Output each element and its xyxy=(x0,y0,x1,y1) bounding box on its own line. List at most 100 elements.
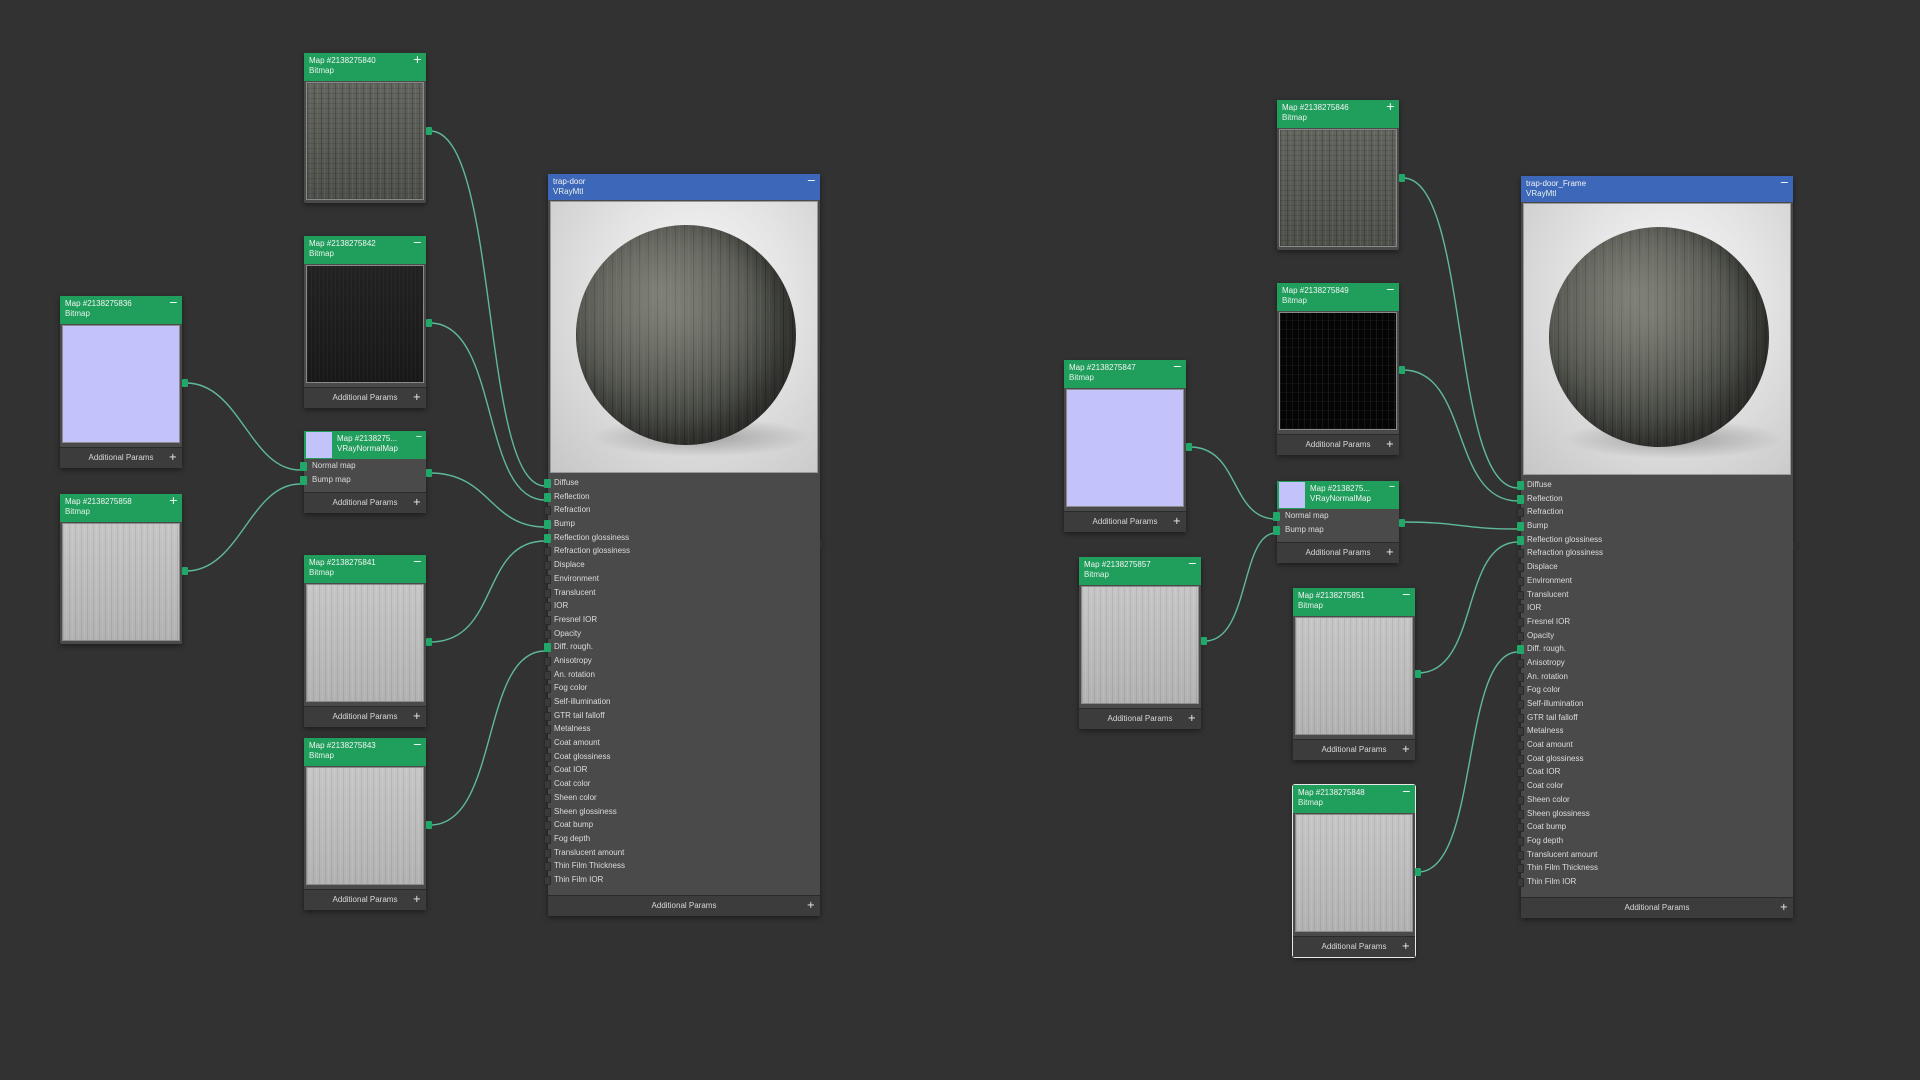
node-header[interactable]: Map #2138275848 Bitmap − xyxy=(1293,785,1415,813)
expand-plus-icon[interactable]: + xyxy=(413,707,421,727)
slot-displace[interactable]: Displace xyxy=(1517,560,1793,574)
slot-ior[interactable]: IOR xyxy=(544,599,820,613)
additional-params-bar[interactable]: Additional Params + xyxy=(1277,434,1399,455)
collapse-icon[interactable]: − xyxy=(807,175,816,187)
expand-plus-icon[interactable]: + xyxy=(413,890,421,910)
input-port[interactable] xyxy=(544,561,551,571)
slot-environment[interactable]: Environment xyxy=(544,572,820,586)
normal-map-slot[interactable]: Normal map xyxy=(1273,509,1399,523)
collapse-icon[interactable]: − xyxy=(413,739,422,751)
bitmap-node-5857[interactable]: Map #2138275857 Bitmap − Additional Para… xyxy=(1079,557,1207,729)
slot-refraction-glossiness[interactable]: Refraction glossiness xyxy=(1517,546,1793,560)
output-port[interactable] xyxy=(1399,174,1405,182)
output-port[interactable] xyxy=(1186,443,1192,451)
slot-coat-ior[interactable]: Coat IOR xyxy=(544,763,820,777)
slot-refraction[interactable]: Refraction xyxy=(544,503,820,517)
input-port[interactable] xyxy=(1273,512,1280,521)
slot-coat-bump[interactable]: Coat bump xyxy=(544,818,820,832)
output-port[interactable] xyxy=(182,567,188,575)
expand-plus-icon[interactable]: + xyxy=(413,388,421,408)
input-port[interactable] xyxy=(544,643,551,653)
node-header[interactable]: Map #2138275843 Bitmap − xyxy=(304,738,426,766)
node-header[interactable]: Map #2138275858 Bitmap + xyxy=(60,494,182,522)
slot-refraction-glossiness[interactable]: Refraction glossiness xyxy=(544,544,820,558)
expand-plus-icon[interactable]: + xyxy=(1173,512,1181,532)
expand-plus-icon[interactable]: + xyxy=(807,896,815,916)
bitmap-node-5858[interactable]: Map #2138275858 Bitmap + xyxy=(60,494,188,644)
slot-an-rotation[interactable]: An. rotation xyxy=(544,668,820,682)
expand-plus-icon[interactable]: + xyxy=(1386,543,1394,563)
input-port[interactable] xyxy=(544,793,551,803)
additional-params-bar[interactable]: Additional Params + xyxy=(1079,708,1201,729)
input-port[interactable] xyxy=(1517,795,1524,805)
material-output-port[interactable] xyxy=(1793,542,1799,550)
additional-params-bar[interactable]: Additional Params + xyxy=(1293,936,1415,957)
input-port[interactable] xyxy=(544,588,551,598)
bitmap-node-5840[interactable]: Map #2138275840 Bitmap + xyxy=(304,53,432,203)
slot-translucent[interactable]: Translucent xyxy=(544,586,820,600)
input-port[interactable] xyxy=(1517,754,1524,764)
normal-map-node[interactable]: Map #2138275... VRayNormalMap − Normal m… xyxy=(1273,481,1405,563)
expand-plus-icon[interactable]: + xyxy=(1780,898,1788,918)
input-port[interactable] xyxy=(544,875,551,885)
expand-plus-icon[interactable]: + xyxy=(413,493,421,513)
slot-anisotropy[interactable]: Anisotropy xyxy=(544,654,820,668)
input-port[interactable] xyxy=(544,752,551,762)
bitmap-node-5841[interactable]: Map #2138275841 Bitmap − Additional Para… xyxy=(304,555,432,727)
input-port[interactable] xyxy=(1517,823,1524,833)
input-port[interactable] xyxy=(1517,535,1524,545)
collapse-icon[interactable]: − xyxy=(413,237,422,249)
slot-fog-color[interactable]: Fog color xyxy=(544,681,820,695)
slot-bump[interactable]: Bump xyxy=(1517,519,1793,533)
collapse-icon[interactable]: − xyxy=(1402,786,1411,798)
input-port[interactable] xyxy=(544,520,551,530)
node-header[interactable]: Map #2138275849 Bitmap − xyxy=(1277,283,1399,311)
input-port[interactable] xyxy=(1517,741,1524,751)
bitmap-node-5851[interactable]: Map #2138275851 Bitmap − Additional Para… xyxy=(1293,588,1421,760)
input-port[interactable] xyxy=(1517,850,1524,860)
output-port[interactable] xyxy=(426,821,432,829)
input-port[interactable] xyxy=(1517,617,1524,627)
collapse-icon[interactable]: − xyxy=(413,556,422,568)
slot-diff-rough[interactable]: Diff. rough. xyxy=(544,640,820,654)
input-port[interactable] xyxy=(1517,645,1524,655)
expand-plus-icon[interactable]: + xyxy=(1402,937,1410,957)
additional-params-bar[interactable]: Additional Params + xyxy=(548,895,820,916)
slot-fresnel-ior[interactable]: Fresnel IOR xyxy=(1517,615,1793,629)
node-header[interactable]: Map #2138275847 Bitmap − xyxy=(1064,360,1186,388)
input-port[interactable] xyxy=(1517,809,1524,819)
input-port[interactable] xyxy=(1517,494,1524,504)
input-port[interactable] xyxy=(544,725,551,735)
input-port[interactable] xyxy=(1517,522,1524,532)
add-icon[interactable]: + xyxy=(413,54,422,66)
collapse-icon[interactable]: − xyxy=(1780,177,1789,189)
input-port[interactable] xyxy=(544,684,551,694)
slot-translucent[interactable]: Translucent xyxy=(1517,588,1793,602)
expand-plus-icon[interactable]: + xyxy=(169,448,177,468)
input-port[interactable] xyxy=(1517,877,1524,887)
input-port[interactable] xyxy=(544,533,551,543)
input-port[interactable] xyxy=(300,462,307,471)
collapse-icon[interactable]: − xyxy=(1188,558,1197,570)
additional-params-bar[interactable]: Additional Params + xyxy=(304,387,426,408)
slot-coat-color[interactable]: Coat color xyxy=(544,777,820,791)
material-node-trap-door[interactable]: trap-door VRayMtl − Diffuse Reflection R… xyxy=(544,174,826,916)
expand-plus-icon[interactable]: + xyxy=(1188,709,1196,729)
input-port[interactable] xyxy=(1517,727,1524,737)
input-port[interactable] xyxy=(544,711,551,721)
input-port[interactable] xyxy=(544,698,551,707)
input-port[interactable] xyxy=(544,479,551,488)
slot-diffuse[interactable]: Diffuse xyxy=(544,476,820,490)
node-header[interactable]: trap-door_Frame VRayMtl − xyxy=(1521,176,1793,202)
input-port[interactable] xyxy=(1517,576,1524,586)
slot-environment[interactable]: Environment xyxy=(1517,574,1793,588)
node-header[interactable]: Map #2138275836 Bitmap − xyxy=(60,296,182,324)
input-port[interactable] xyxy=(544,780,551,790)
additional-params-bar[interactable]: Additional Params + xyxy=(304,492,426,513)
collapse-icon[interactable]: − xyxy=(1389,482,1395,493)
node-header[interactable]: Map #2138275846 Bitmap + xyxy=(1277,100,1399,128)
slot-fresnel-ior[interactable]: Fresnel IOR xyxy=(544,613,820,627)
slot-metalness[interactable]: Metalness xyxy=(1517,724,1793,738)
slot-self-illumination[interactable]: Self-illumination xyxy=(1517,697,1793,711)
node-header[interactable]: Map #2138275851 Bitmap − xyxy=(1293,588,1415,616)
